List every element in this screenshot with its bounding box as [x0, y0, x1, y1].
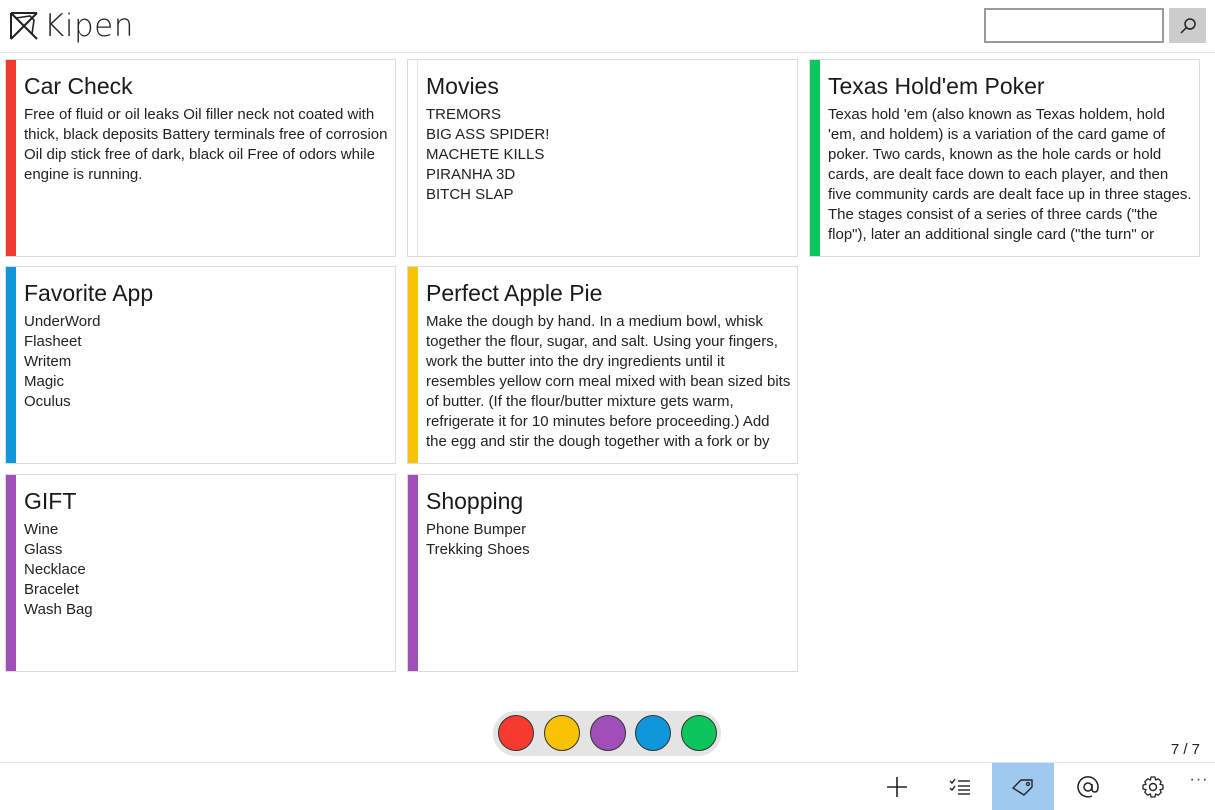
note-title: Car Check: [24, 73, 133, 99]
checklist-icon: [949, 778, 970, 795]
note-card-texas-holdem-poker[interactable]: Texas Hold'em Poker Texas hold 'em (also…: [809, 59, 1200, 257]
note-card-gift[interactable]: GIFT Wine Glass Necklace Bracelet Wash B…: [5, 474, 396, 672]
note-color-bar: [6, 267, 16, 463]
note-title: Movies: [426, 73, 499, 99]
color-filter-palette: [493, 711, 721, 756]
note-card-car-check[interactable]: Car Check Free of fluid or oil leaks Oil…: [5, 59, 396, 257]
note-title: Favorite App: [24, 280, 154, 306]
note-body: Phone Bumper Trekking Shoes: [426, 521, 530, 558]
note-body: TREMORS BIG ASS SPIDER! MACHETE KILLS PI…: [426, 106, 550, 203]
kipen-logo-icon: [10, 12, 38, 40]
note-card-shopping[interactable]: Shopping Phone Bumper Trekking Shoes: [407, 474, 798, 672]
note-color-bar: [408, 267, 418, 463]
note-body: Free of fluid or oil leaks Oil filler ne…: [24, 106, 388, 183]
note-color-bar: [6, 475, 16, 671]
color-filter-red[interactable]: [498, 715, 534, 751]
note-body: Texas hold 'em (also known as Texas hold…: [828, 106, 1192, 243]
color-filter-purple[interactable]: [590, 715, 626, 751]
note-card-perfect-apple-pie[interactable]: Perfect Apple Pie Make the dough by hand…: [407, 266, 798, 464]
at-icon: [1077, 775, 1099, 798]
bottom-app-bar: ···: [0, 762, 1215, 810]
note-body: UnderWord Flasheet Writem Magic Oculus: [24, 313, 101, 410]
share-button[interactable]: [1057, 763, 1119, 810]
color-filter-yellow[interactable]: [544, 715, 580, 751]
app-logo: Kipen: [8, 6, 134, 46]
note-title: Perfect Apple Pie: [426, 280, 603, 306]
tag-filter-button[interactable]: [992, 763, 1054, 810]
note-card-favorite-app[interactable]: Favorite App UnderWord Flasheet Writem M…: [5, 266, 396, 464]
settings-button[interactable]: [1122, 763, 1184, 810]
add-note-button[interactable]: [866, 763, 928, 810]
page-indicator: 7 / 7: [1170, 741, 1200, 758]
color-filter-blue[interactable]: [635, 715, 671, 751]
search-button[interactable]: [1169, 8, 1206, 43]
tag-icon: [1012, 778, 1033, 796]
search-icon: [1179, 17, 1196, 34]
note-body: Make the dough by hand. In a medium bowl…: [426, 313, 791, 450]
more-options-button[interactable]: ···: [1185, 771, 1213, 795]
note-title: Texas Hold'em Poker: [828, 73, 1045, 99]
add-icon: [887, 776, 907, 797]
note-title: Shopping: [426, 488, 524, 514]
select-notes-button[interactable]: [929, 763, 991, 810]
note-color-bar: [810, 60, 820, 256]
note-color-bar: [408, 475, 418, 671]
note-title: GIFT: [24, 488, 77, 514]
note-color-bar: [408, 60, 418, 256]
app-header: Kipen: [0, 0, 1215, 53]
note-card-movies[interactable]: Movies TREMORS BIG ASS SPIDER! MACHETE K…: [407, 59, 798, 257]
gear-icon: [1142, 775, 1164, 798]
search-input[interactable]: [984, 8, 1164, 43]
note-body: Wine Glass Necklace Bracelet Wash Bag: [24, 521, 93, 618]
note-color-bar: [6, 60, 16, 256]
color-filter-green[interactable]: [681, 715, 717, 751]
app-title: Kipen: [44, 8, 134, 44]
